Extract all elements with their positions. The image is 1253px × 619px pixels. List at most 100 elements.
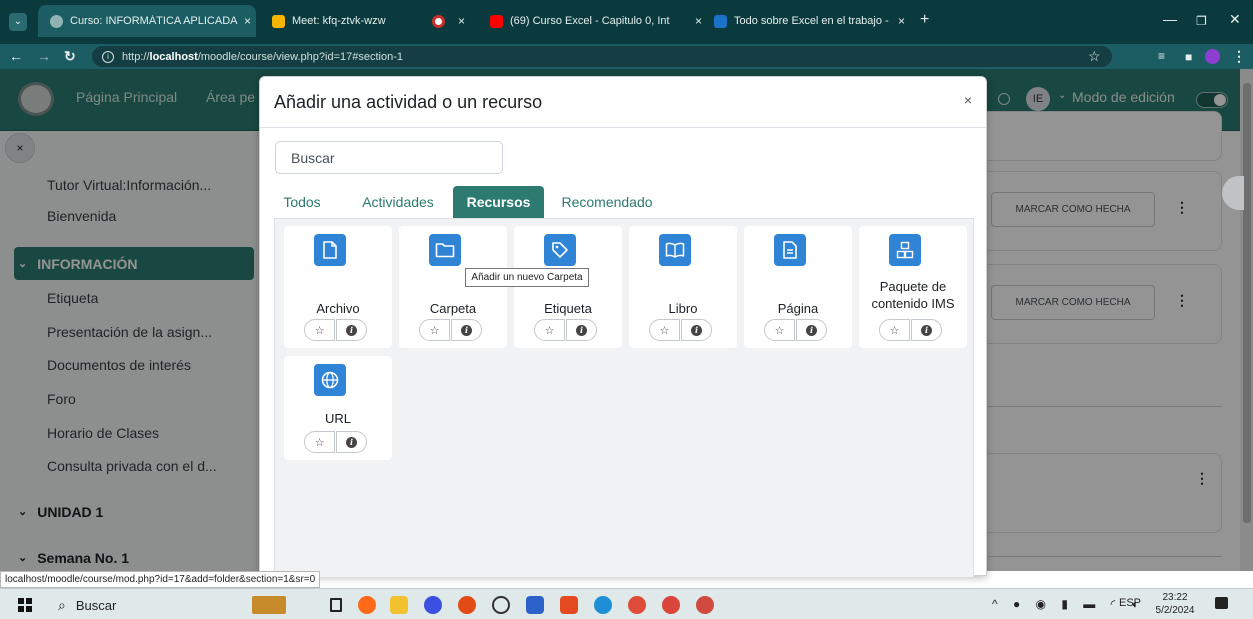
taskbar-search[interactable]: ⌕ Buscar bbox=[58, 595, 116, 615]
module-card-paquete-ims[interactable]: Paquete de contenido IMS ☆ i bbox=[859, 226, 967, 348]
star-favourite-icon[interactable]: ☆ bbox=[534, 319, 565, 341]
module-actions: ☆ i bbox=[419, 319, 483, 341]
task-view-icon[interactable] bbox=[330, 598, 342, 612]
info-button[interactable]: i bbox=[796, 319, 827, 341]
tooltip: Añadir un nuevo Carpeta bbox=[465, 268, 589, 287]
browser-tab-bar: ⌄ Curso: INFORMÁTICA APLICADA × Meet: kf… bbox=[0, 0, 1253, 44]
star-favourite-icon[interactable]: ☆ bbox=[304, 319, 335, 341]
info-button[interactable]: i bbox=[911, 319, 942, 341]
module-card-carpeta[interactable]: Carpeta ☆ i bbox=[399, 226, 507, 348]
info-icon: i bbox=[461, 324, 472, 336]
module-actions: ☆ i bbox=[304, 319, 368, 341]
module-card-etiqueta[interactable]: Etiqueta ☆ i bbox=[514, 226, 622, 348]
windows-start-icon[interactable] bbox=[18, 598, 32, 612]
module-grid: Archivo ☆ i Carpeta ☆ i Etiqueta ☆ i Lib… bbox=[274, 219, 974, 577]
zoom-icon[interactable] bbox=[424, 596, 442, 614]
info-button[interactable]: i bbox=[681, 319, 712, 341]
module-name: Archivo bbox=[316, 301, 360, 316]
globe-icon bbox=[314, 364, 346, 396]
site-info-icon[interactable]: i bbox=[102, 50, 114, 63]
reload-icon[interactable]: ↻ bbox=[64, 49, 76, 63]
tab-todos[interactable]: Todos bbox=[278, 186, 326, 218]
minimize-icon[interactable]: — bbox=[1163, 12, 1177, 26]
moodle-favicon-icon bbox=[50, 14, 63, 28]
modal-close-button[interactable]: × bbox=[964, 92, 972, 108]
clock-date: 5/2/2024 bbox=[1155, 605, 1195, 616]
pinned-app-icon[interactable] bbox=[252, 596, 286, 614]
back-icon[interactable]: ← bbox=[9, 49, 23, 63]
tab-recursos[interactable]: Recursos bbox=[453, 186, 544, 218]
page-icon bbox=[774, 234, 806, 266]
bookmark-star-icon[interactable]: ☆ bbox=[1088, 49, 1101, 63]
close-tab-icon[interactable]: × bbox=[244, 14, 251, 28]
star-favourite-icon[interactable]: ☆ bbox=[419, 319, 450, 341]
module-card-archivo[interactable]: Archivo ☆ i bbox=[284, 226, 392, 348]
excel-favicon-icon bbox=[714, 14, 727, 28]
side-panel-icon[interactable]: ■ bbox=[1185, 50, 1192, 64]
close-tab-icon[interactable]: × bbox=[898, 14, 905, 28]
office-icon[interactable] bbox=[560, 596, 578, 614]
word-icon[interactable] bbox=[526, 596, 544, 614]
star-favourite-icon[interactable]: ☆ bbox=[304, 431, 335, 453]
browser-tab-record[interactable]: × bbox=[428, 5, 474, 37]
star-favourite-icon[interactable]: ☆ bbox=[649, 319, 680, 341]
profile-avatar[interactable] bbox=[1205, 49, 1220, 64]
info-icon: i bbox=[806, 324, 817, 336]
browser-tab-youtube[interactable]: (69) Curso Excel - Capitulo 0, Int × bbox=[486, 5, 702, 37]
forward-icon[interactable]: → bbox=[37, 49, 51, 63]
edge-icon[interactable] bbox=[594, 596, 612, 614]
book-icon bbox=[659, 234, 691, 266]
module-name: Carpeta bbox=[429, 301, 477, 316]
file-icon bbox=[314, 234, 346, 266]
info-button[interactable]: i bbox=[451, 319, 482, 341]
restore-icon[interactable]: ❐ bbox=[1196, 14, 1207, 28]
info-button[interactable]: i bbox=[336, 319, 367, 341]
opera-icon[interactable] bbox=[458, 596, 476, 614]
info-button[interactable]: i bbox=[566, 319, 597, 341]
firefox-icon[interactable] bbox=[358, 596, 376, 614]
module-card-url[interactable]: URL ☆ i bbox=[284, 356, 392, 460]
module-name: Etiqueta bbox=[544, 301, 592, 316]
chrome-profile-icon[interactable] bbox=[696, 596, 714, 614]
module-name: URL bbox=[324, 411, 351, 426]
close-tab-icon[interactable]: × bbox=[695, 14, 702, 28]
browser-tab-excel[interactable]: Todo sobre Excel en el trabajo - × bbox=[710, 5, 910, 37]
tab-actividades[interactable]: Actividades bbox=[356, 186, 440, 218]
info-button[interactable]: i bbox=[336, 431, 367, 453]
tab-search-icon[interactable]: ⌄ bbox=[9, 13, 27, 31]
whatsapp-icon[interactable] bbox=[492, 596, 510, 614]
file-explorer-icon[interactable] bbox=[390, 596, 408, 614]
language-indicator[interactable]: ESP bbox=[1119, 597, 1141, 609]
clock[interactable]: 23:22 5/2/2024 bbox=[1152, 591, 1198, 617]
module-card-pagina[interactable]: Página ☆ i bbox=[744, 226, 852, 348]
tag-icon bbox=[544, 234, 576, 266]
notifications-icon[interactable] bbox=[1215, 597, 1228, 609]
close-tab-icon[interactable]: × bbox=[458, 14, 465, 28]
youtube-favicon-icon bbox=[490, 14, 503, 28]
tab-title: Meet: kfq-ztvk-wzw bbox=[292, 15, 386, 27]
info-icon: i bbox=[576, 324, 587, 336]
module-name: Página bbox=[777, 301, 819, 316]
search-input[interactable]: Buscar bbox=[275, 141, 503, 174]
reading-list-icon[interactable]: ≡ bbox=[1158, 49, 1165, 63]
close-window-icon[interactable]: ✕ bbox=[1229, 12, 1241, 26]
taskbar-search-label: Buscar bbox=[75, 597, 117, 613]
module-actions: ☆ i bbox=[304, 431, 368, 453]
module-card-libro[interactable]: Libro ☆ i bbox=[629, 226, 737, 348]
address-bar[interactable]: i http://localhost/moodle/course/view.ph… bbox=[92, 46, 1112, 67]
tab-title: Todo sobre Excel en el trabajo - bbox=[734, 15, 889, 27]
chrome-profile-icon[interactable] bbox=[628, 596, 646, 614]
star-favourite-icon[interactable]: ☆ bbox=[879, 319, 910, 341]
new-tab-button[interactable]: + bbox=[920, 12, 929, 28]
browser-tab-course[interactable]: Curso: INFORMÁTICA APLICADA × bbox=[38, 5, 256, 37]
info-icon: i bbox=[921, 324, 932, 336]
star-favourite-icon[interactable]: ☆ bbox=[764, 319, 795, 341]
chrome-profile-icon[interactable] bbox=[662, 596, 680, 614]
tab-recomendado[interactable]: Recomendado bbox=[557, 186, 657, 218]
module-actions: ☆ i bbox=[534, 319, 598, 341]
modal-header-divider bbox=[260, 127, 986, 128]
url-path: /moodle/course/view.php?id=17#section-1 bbox=[197, 50, 403, 63]
browser-menu-icon[interactable]: ⋮ bbox=[1232, 49, 1246, 63]
module-name: Paquete de contenido IMS bbox=[871, 279, 955, 311]
browser-tab-meet[interactable]: Meet: kfq-ztvk-wzw bbox=[264, 5, 404, 37]
